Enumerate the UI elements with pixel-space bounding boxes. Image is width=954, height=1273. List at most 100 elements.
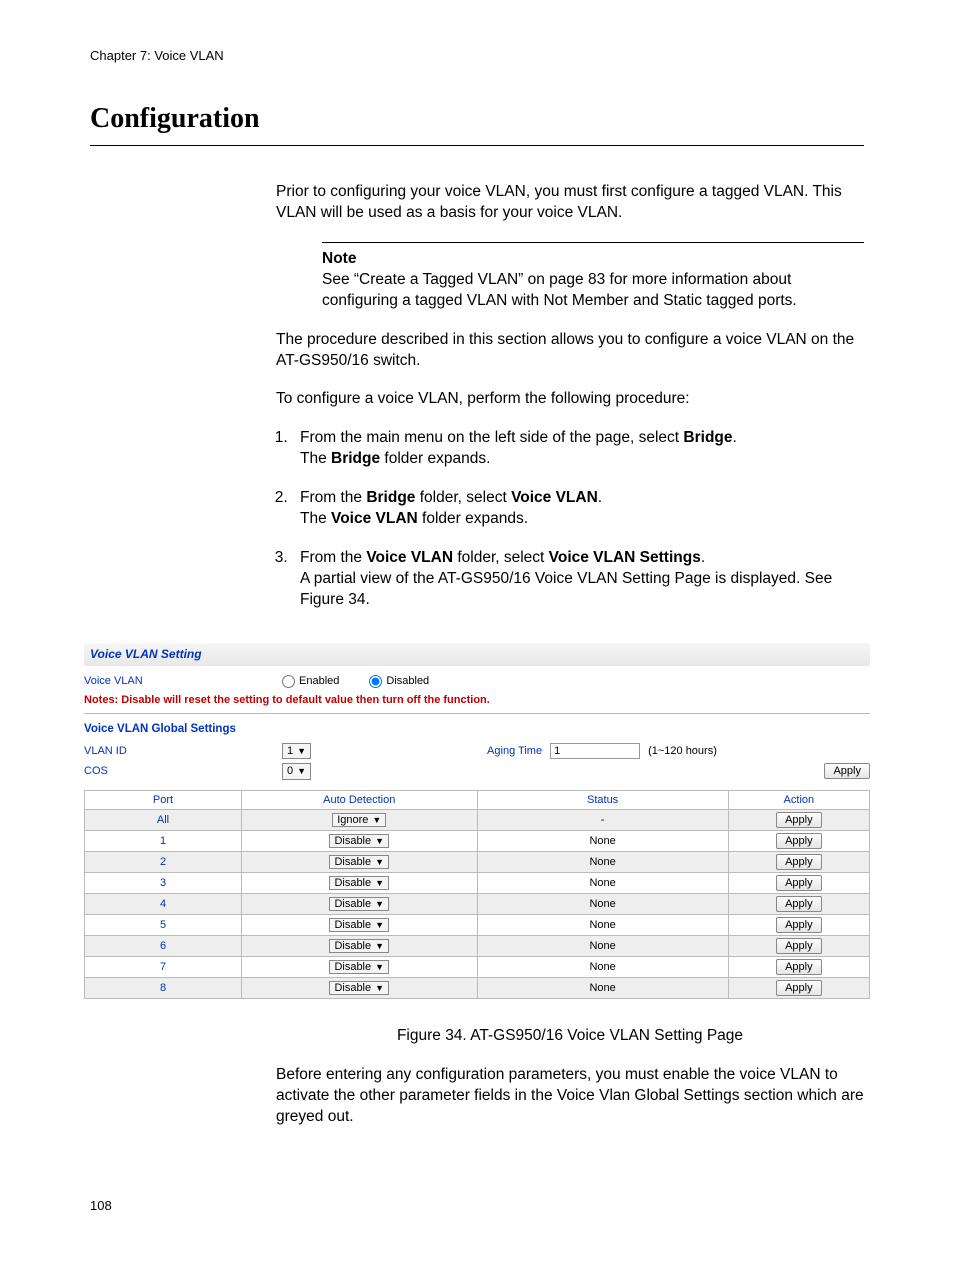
- port-cell: 8: [85, 977, 242, 998]
- warning-note: Notes: Disable will reset the setting to…: [84, 693, 870, 707]
- action-cell: Apply: [728, 893, 869, 914]
- table-row: 4Disable▼NoneApply: [85, 893, 870, 914]
- embedded-screenshot: Voice VLAN Setting Voice VLAN Enabled Di…: [82, 639, 872, 1003]
- auto-detection-cell: Disable▼: [242, 872, 478, 893]
- auto-detection-cell: Disable▼: [242, 893, 478, 914]
- enabled-radio-input[interactable]: [282, 675, 295, 688]
- chapter-header: Chapter 7: Voice VLAN: [90, 48, 864, 63]
- page-number: 108: [90, 1198, 864, 1213]
- auto-detection-select[interactable]: Disable▼: [329, 960, 389, 974]
- action-cell: Apply: [728, 956, 869, 977]
- table-row: 5 Disable▼ None Apply: [85, 914, 870, 935]
- apply-button[interactable]: Apply: [776, 938, 822, 954]
- step-2: From the Bridge folder, select Voice VLA…: [292, 488, 864, 530]
- divider: [84, 713, 870, 714]
- auto-detection-select[interactable]: Disable▼: [329, 939, 389, 953]
- aging-time-label: Aging Time: [487, 744, 542, 758]
- port-cell: 7: [85, 956, 242, 977]
- col-action: Action: [728, 790, 869, 809]
- title-rule: [90, 145, 864, 146]
- auto-detection-cell: Disable▼: [242, 914, 478, 935]
- chevron-down-icon: ▼: [375, 962, 384, 972]
- table-row: 2 Disable▼ None Apply: [85, 851, 870, 872]
- step-1: From the main menu on the left side of t…: [292, 428, 864, 470]
- chevron-down-icon: ▼: [297, 746, 306, 756]
- action-cell: Apply: [728, 872, 869, 893]
- auto-detection-cell: Disable▼: [242, 935, 478, 956]
- apply-button[interactable]: Apply: [776, 959, 822, 975]
- note-label: Note: [322, 249, 864, 270]
- apply-button[interactable]: Apply: [776, 812, 822, 828]
- port-cell: 2: [85, 851, 242, 872]
- vlan-id-select[interactable]: 1▼: [282, 743, 311, 759]
- outro-paragraph: Before entering any configuration parame…: [276, 1065, 864, 1128]
- aging-time-input[interactable]: [550, 743, 640, 759]
- auto-detection-select[interactable]: Disable▼: [329, 897, 389, 911]
- cos-select[interactable]: 0▼: [282, 763, 311, 779]
- auto-detection-cell: Ignore▼: [242, 809, 478, 830]
- auto-detection-select[interactable]: Disable▼: [329, 918, 389, 932]
- global-settings-heading: Voice VLAN Global Settings: [84, 722, 870, 737]
- chevron-down-icon: ▼: [375, 899, 384, 909]
- apply-button[interactable]: Apply: [776, 917, 822, 933]
- table-row: 8 Disable▼ None Apply: [85, 977, 870, 998]
- col-auto-detection: Auto Detection: [242, 790, 478, 809]
- action-cell: Apply: [728, 830, 869, 851]
- disabled-radio-input[interactable]: [369, 675, 382, 688]
- chevron-down-icon: ▼: [375, 878, 384, 888]
- action-cell: Apply: [728, 809, 869, 830]
- chevron-down-icon: ▼: [372, 815, 381, 825]
- page-title: Configuration: [90, 103, 864, 141]
- chevron-down-icon: ▼: [375, 920, 384, 930]
- port-cell: All: [85, 809, 242, 830]
- disabled-radio[interactable]: Disabled: [369, 674, 429, 688]
- chevron-down-icon: ▼: [375, 836, 384, 846]
- status-cell: None: [477, 830, 728, 851]
- cos-label: COS: [84, 764, 274, 778]
- auto-detection-select[interactable]: Ignore▼: [332, 813, 386, 827]
- auto-detection-cell: Disable▼: [242, 851, 478, 872]
- apply-button[interactable]: Apply: [776, 854, 822, 870]
- auto-detection-select[interactable]: Disable▼: [329, 981, 389, 995]
- status-cell: None: [477, 851, 728, 872]
- status-cell: None: [477, 977, 728, 998]
- chevron-down-icon: ▼: [297, 766, 306, 776]
- auto-detection-select[interactable]: Disable▼: [329, 855, 389, 869]
- port-cell: 3: [85, 872, 242, 893]
- col-port: Port: [85, 790, 242, 809]
- col-status: Status: [477, 790, 728, 809]
- auto-detection-cell: Disable▼: [242, 830, 478, 851]
- apply-button[interactable]: Apply: [776, 875, 822, 891]
- port-cell: 1: [85, 830, 242, 851]
- auto-detection-cell: Disable▼: [242, 956, 478, 977]
- intro-paragraph-2: The procedure described in this section …: [276, 330, 864, 372]
- action-cell: Apply: [728, 935, 869, 956]
- apply-button[interactable]: Apply: [776, 833, 822, 849]
- auto-detection-select[interactable]: Disable▼: [329, 834, 389, 848]
- chevron-down-icon: ▼: [375, 941, 384, 951]
- apply-button[interactable]: Apply: [776, 896, 822, 912]
- status-cell: None: [477, 893, 728, 914]
- auto-detection-cell: Disable▼: [242, 977, 478, 998]
- auto-detection-select[interactable]: Disable▼: [329, 876, 389, 890]
- apply-button[interactable]: Apply: [824, 763, 870, 779]
- chevron-down-icon: ▼: [375, 983, 384, 993]
- port-cell: 6: [85, 935, 242, 956]
- table-row: 3 Disable▼ None Apply: [85, 872, 870, 893]
- procedure-steps: From the main menu on the left side of t…: [276, 428, 864, 610]
- port-table: Port Auto Detection Status Action All Ign…: [84, 790, 870, 999]
- action-cell: Apply: [728, 977, 869, 998]
- note-text: See “Create a Tagged VLAN” on page 83 fo…: [322, 270, 864, 312]
- note-box: Note See “Create a Tagged VLAN” on page …: [322, 242, 864, 312]
- step-3: From the Voice VLAN folder, select Voice…: [292, 548, 864, 611]
- panel-title: Voice VLAN Setting: [84, 643, 870, 667]
- status-cell: None: [477, 914, 728, 935]
- table-row: 1 Disable▼ None Apply: [85, 830, 870, 851]
- status-cell: None: [477, 872, 728, 893]
- action-cell: Apply: [728, 914, 869, 935]
- table-row: 6Disable▼NoneApply: [85, 935, 870, 956]
- table-row: AllIgnore▼-Apply: [85, 809, 870, 830]
- enabled-radio[interactable]: Enabled: [282, 674, 339, 688]
- port-cell: 5: [85, 914, 242, 935]
- apply-button[interactable]: Apply: [776, 980, 822, 996]
